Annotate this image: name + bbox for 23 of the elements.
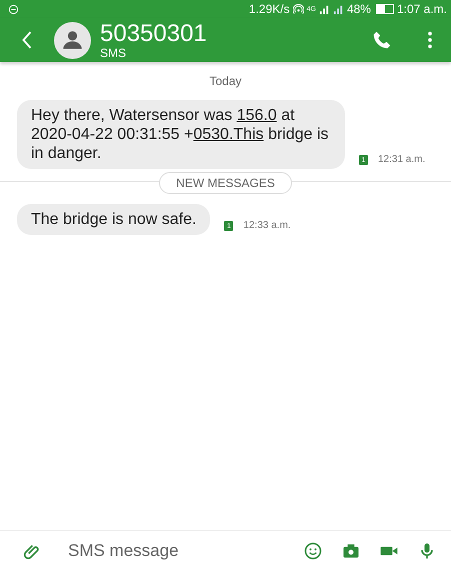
battery-percent: 48%: [346, 2, 371, 16]
avatar-icon[interactable]: [54, 22, 91, 58]
contact-name: 50350301: [100, 20, 207, 46]
network-speed: 1.29K/s: [248, 2, 290, 16]
phone-icon[interactable]: [371, 29, 393, 51]
message-time: 12:33 a.m.: [243, 220, 291, 231]
battery-icon: [376, 4, 394, 14]
message-bubble[interactable]: The bridge is now safe.: [17, 204, 210, 235]
more-menu-icon[interactable]: [427, 29, 433, 51]
contact-subtitle: SMS: [100, 46, 128, 60]
back-icon[interactable]: [20, 29, 34, 51]
clock: 1:07 a.m.: [396, 2, 447, 16]
message-link[interactable]: 156.0: [236, 107, 277, 124]
signal-icon: [318, 4, 330, 14]
notification-icon: [8, 4, 19, 14]
message-link[interactable]: 0530.This: [193, 126, 264, 143]
signal-icon: [332, 4, 344, 14]
date-label: Today: [208, 74, 243, 88]
message-bubble[interactable]: Hey there, Watersensor was 156.0 at 2020-04-22 00:31:55 +0530.This bridge is in danger.: [17, 100, 345, 169]
emoji-icon[interactable]: [303, 541, 323, 561]
message-time: 12:31 a.m.: [378, 154, 426, 165]
hotspot-icon: [292, 4, 304, 14]
new-messages-divider: NEW MESSAGES: [159, 172, 292, 194]
